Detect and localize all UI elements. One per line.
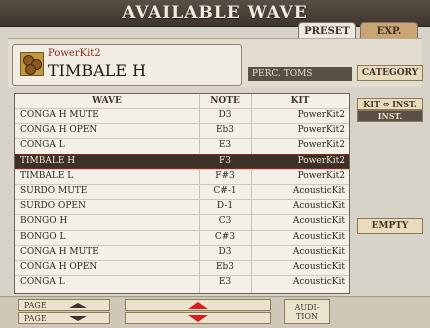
cell-kit: PowerKit2 <box>297 110 345 120</box>
arrow-up-icon <box>188 302 208 309</box>
table-row[interactable]: TIMBALE L F#3 PowerKit2 <box>15 168 349 183</box>
scroll-down-button[interactable] <box>125 312 271 324</box>
cell-note: F3 <box>219 155 231 166</box>
voice-kit-name: PowerKit2 <box>48 48 101 59</box>
page-up-label: PAGE <box>24 301 47 310</box>
cell-kit: AcousticKit <box>292 246 345 257</box>
table-row[interactable]: CONGA L E3 AcousticKit <box>15 275 349 289</box>
audition-button[interactable]: AUDI- TION <box>284 299 330 324</box>
cell-wave: TIMBALE H <box>20 155 76 166</box>
cell-note: Eb3 <box>215 125 235 136</box>
audition-label-line1: AUDI- <box>294 303 320 312</box>
wave-list: WAVE NOTE KIT CONGA H MUTE D3 PowerKit2 CON… <box>14 93 350 294</box>
table-row[interactable]: CONGA L E3 PowerKit2 <box>15 138 349 152</box>
cell-kit: PowerKit2 <box>297 125 345 136</box>
cell-note: E3 <box>218 277 232 288</box>
cell-wave: CONGA H MUTE <box>20 110 99 120</box>
page-down-label: PAGE <box>24 314 47 323</box>
cell-kit: AcousticKit <box>292 231 345 242</box>
screen: AVAILABLE WAVE PRESET EXP. PowerKit2 TIM… <box>0 0 430 328</box>
audition-label-line2: TION <box>295 312 319 321</box>
cell-note: D3 <box>218 110 232 120</box>
cell-wave: CONGA H MUTE <box>20 246 99 257</box>
page-title: AVAILABLE WAVE <box>122 3 308 23</box>
arrow-down-icon <box>188 315 208 322</box>
cell-wave: BONGO H <box>20 216 68 227</box>
cell-note: E3 <box>218 140 232 151</box>
inst-button[interactable]: INST. <box>357 110 423 122</box>
table-row[interactable]: CONGA H MUTE D3 PowerKit2 <box>15 108 349 122</box>
cell-kit: AcousticKit <box>292 277 345 288</box>
cell-wave: TIMBALE L <box>20 170 74 181</box>
column-header-note: NOTE <box>210 96 240 106</box>
scroll-up-button[interactable] <box>125 299 271 311</box>
page-down-icon <box>69 316 87 321</box>
table-row[interactable]: CONGA H OPEN Eb3 AcousticKit <box>15 260 349 274</box>
kit-inst-toggle-button[interactable]: KIT ⇔ INST. <box>357 98 423 110</box>
table-row[interactable]: CONGA H MUTE D3 AcousticKit <box>15 244 349 259</box>
cell-wave: SURDO MUTE <box>20 186 88 196</box>
cell-wave: BONGO L <box>20 231 66 242</box>
cell-wave: CONGA L <box>20 277 65 288</box>
page-up-icon <box>69 303 87 308</box>
cell-note: Eb3 <box>215 262 235 272</box>
column-header-kit: KIT <box>290 96 310 106</box>
cell-kit: AcousticKit <box>292 216 345 227</box>
table-row[interactable]: SURDO OPEN D-1 AcousticKit <box>15 199 349 213</box>
drum-kit-icon <box>20 52 44 76</box>
page-down-button[interactable]: PAGE <box>18 312 110 324</box>
table-row[interactable]: TIMBALE H F3 PowerKit2 <box>15 153 349 169</box>
cell-note: D3 <box>218 246 232 257</box>
category-button[interactable]: CATEGORY <box>357 65 423 81</box>
empty-button[interactable]: EMPTY <box>357 218 423 234</box>
cell-kit: AcousticKit <box>292 201 345 212</box>
cell-note: F#3 <box>215 170 235 181</box>
cell-kit: PowerKit2 <box>297 140 345 151</box>
list-header: WAVE NOTE KIT <box>15 95 349 108</box>
voice-wave-name: TIMBALE H <box>48 61 147 80</box>
table-row[interactable]: BONGO L C#3 AcousticKit <box>15 229 349 244</box>
table-row[interactable]: SURDO MUTE C#-1 AcousticKit <box>15 184 349 198</box>
category-filter: PERC. TOMS <box>248 67 352 81</box>
cell-kit: AcousticKit <box>292 262 345 272</box>
table-row[interactable]: BONGO H C3 AcousticKit <box>15 214 349 228</box>
page-up-button[interactable]: PAGE <box>18 299 110 311</box>
cell-wave: CONGA H OPEN <box>20 262 98 272</box>
cell-kit: PowerKit2 <box>297 155 345 166</box>
cell-wave: SURDO OPEN <box>20 201 86 212</box>
cell-note: C#-1 <box>213 186 237 196</box>
cell-wave: CONGA H OPEN <box>20 125 98 136</box>
column-header-wave: WAVE <box>92 96 122 106</box>
cell-note: C#3 <box>214 231 236 242</box>
cell-note: C3 <box>218 216 232 227</box>
cell-kit: PowerKit2 <box>297 170 345 181</box>
cell-kit: AcousticKit <box>292 186 345 196</box>
table-row[interactable]: CONGA H OPEN Eb3 PowerKit2 <box>15 123 349 137</box>
cell-note: D-1 <box>216 201 234 212</box>
cell-wave: CONGA L <box>20 140 65 151</box>
